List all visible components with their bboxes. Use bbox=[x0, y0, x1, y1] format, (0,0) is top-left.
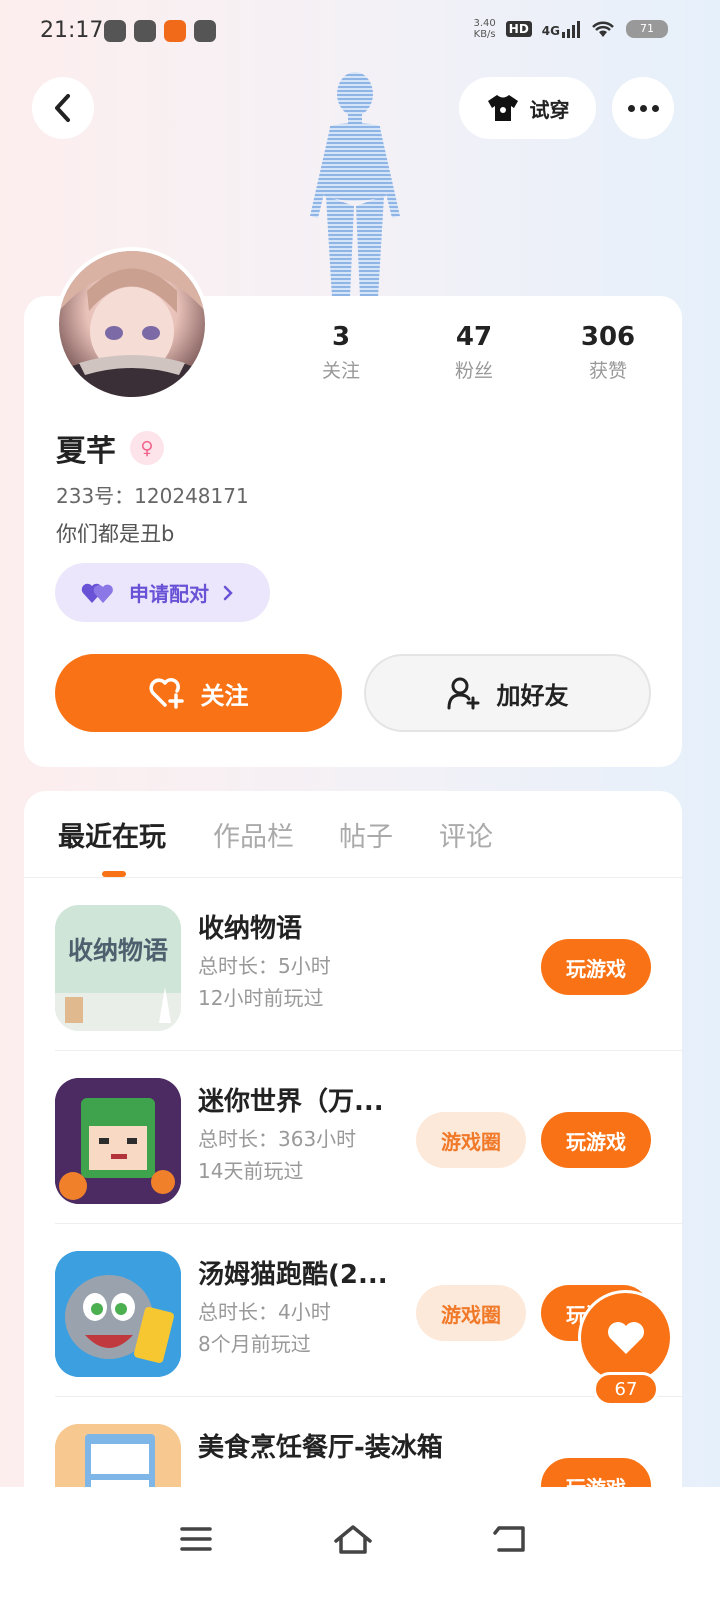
game-icon: 收纳物语 bbox=[55, 905, 181, 1031]
game-duration: 总时长：5小时 bbox=[198, 954, 331, 978]
add-friend-label: 加好友 bbox=[496, 681, 569, 710]
game-duration: 总时长：4小时 bbox=[198, 1300, 331, 1324]
more-dot-icon bbox=[627, 104, 635, 112]
home-nav-button[interactable] bbox=[323, 1509, 383, 1569]
video-app-icon bbox=[104, 20, 126, 42]
profile-tabs: 最近在玩 作品栏 帖子 评论 bbox=[24, 791, 682, 878]
heart-plus-icon bbox=[148, 678, 184, 709]
add-user-icon bbox=[447, 677, 479, 710]
chevron-right-icon bbox=[223, 585, 233, 600]
game-last-played: 14天前玩过 bbox=[198, 1159, 304, 1183]
audio-app-icon bbox=[194, 20, 216, 42]
status-time: 21:17 bbox=[40, 18, 104, 43]
game-icon bbox=[55, 1251, 181, 1377]
stat-label: 获赞 bbox=[588, 360, 627, 382]
bio: 你们都是丑b bbox=[56, 522, 175, 546]
system-nav-bar bbox=[0, 1487, 720, 1600]
back-icon bbox=[493, 1526, 525, 1552]
avatar-image bbox=[59, 251, 205, 397]
stat-followers[interactable]: 47 粉丝 bbox=[424, 322, 524, 383]
user-id: 233号：120248171 bbox=[56, 484, 249, 508]
status-bar: 21:17 3.40 KB/s HD 4G 71 bbox=[0, 0, 720, 64]
nickname: 夏芊 bbox=[56, 434, 116, 469]
game-title: 收纳物语 bbox=[198, 914, 303, 944]
game-row[interactable]: 收纳物语 收纳物语 总时长：5小时 12小时前玩过 玩游戏 bbox=[55, 878, 682, 1051]
home-icon bbox=[334, 1525, 372, 1554]
hd-badge: HD bbox=[505, 21, 532, 37]
like-count-badge: 67 bbox=[593, 1372, 659, 1406]
cellular-signal-icon: 4G bbox=[542, 20, 580, 38]
double-heart-icon bbox=[81, 583, 113, 603]
game-last-played: 8个月前玩过 bbox=[198, 1332, 311, 1356]
back-button[interactable] bbox=[32, 77, 94, 139]
game-title: 汤姆猫跑酷(2... bbox=[198, 1260, 388, 1290]
stat-value: 3 bbox=[331, 322, 351, 352]
request-match-button[interactable]: 申请配对 bbox=[55, 563, 270, 622]
try-on-button[interactable]: 试穿 bbox=[459, 77, 596, 139]
wifi-icon bbox=[592, 21, 614, 37]
game-row[interactable]: 迷你世界（万... 总时长：363小时 14天前玩过 游戏圈 玩游戏 bbox=[55, 1051, 682, 1224]
add-friend-button[interactable]: 加好友 bbox=[364, 654, 651, 732]
more-button[interactable] bbox=[612, 77, 674, 139]
status-right: 3.40 KB/s HD 4G 71 bbox=[474, 18, 668, 40]
avatar-3d-figure[interactable] bbox=[290, 66, 420, 298]
stat-following[interactable]: 3 关注 bbox=[291, 322, 391, 383]
play-game-button[interactable]: 玩游戏 bbox=[541, 939, 651, 995]
game-duration: 总时长：363小时 bbox=[198, 1127, 357, 1151]
follow-button[interactable]: 关注 bbox=[55, 654, 342, 732]
notification-icons bbox=[104, 20, 216, 42]
heart-icon bbox=[607, 1321, 644, 1354]
menu-icon bbox=[180, 1527, 212, 1551]
game-icon-text: 收纳物语 bbox=[67, 936, 168, 965]
chevron-left-icon bbox=[55, 94, 70, 122]
female-gender-icon: ♀ bbox=[130, 431, 164, 465]
stat-label: 关注 bbox=[321, 360, 360, 382]
game-circle-button[interactable]: 游戏圈 bbox=[416, 1112, 526, 1168]
game-title: 迷你世界（万... bbox=[198, 1087, 384, 1117]
tab-posts[interactable]: 帖子 bbox=[339, 815, 393, 854]
like-fab-button[interactable] bbox=[578, 1290, 673, 1385]
stat-value: 47 bbox=[455, 322, 493, 352]
tab-recently-played[interactable]: 最近在玩 bbox=[58, 815, 166, 854]
back-nav-button[interactable] bbox=[480, 1509, 540, 1569]
stat-value: 306 bbox=[580, 322, 636, 352]
play-game-button[interactable]: 玩游戏 bbox=[541, 1112, 651, 1168]
tab-works[interactable]: 作品栏 bbox=[213, 815, 294, 854]
fan-app-icon bbox=[134, 20, 156, 42]
network-speed: 3.40 KB/s bbox=[473, 18, 496, 40]
game-title: 美食烹饪餐厅-装冰箱 bbox=[198, 1433, 443, 1463]
request-match-label: 申请配对 bbox=[129, 582, 209, 606]
try-on-label: 试穿 bbox=[529, 97, 570, 122]
tshirt-icon bbox=[487, 95, 518, 121]
game-icon bbox=[55, 1078, 181, 1204]
stat-label: 粉丝 bbox=[454, 360, 493, 382]
game-app-icon bbox=[164, 20, 186, 42]
tab-comments[interactable]: 评论 bbox=[439, 815, 493, 854]
game-last-played: 12小时前玩过 bbox=[198, 986, 324, 1010]
follow-label: 关注 bbox=[200, 681, 249, 710]
game-circle-button[interactable]: 游戏圈 bbox=[416, 1285, 526, 1341]
tab-indicator bbox=[102, 871, 126, 877]
recent-games-card: 最近在玩 作品栏 帖子 评论 收纳物语 收纳物语 总时长：5小时 12小时前玩过… bbox=[24, 791, 682, 1571]
battery-icon: 71 bbox=[626, 20, 668, 38]
menu-nav-button[interactable] bbox=[166, 1509, 226, 1569]
avatar[interactable] bbox=[55, 247, 209, 401]
stat-likes[interactable]: 306 获赞 bbox=[558, 322, 658, 383]
